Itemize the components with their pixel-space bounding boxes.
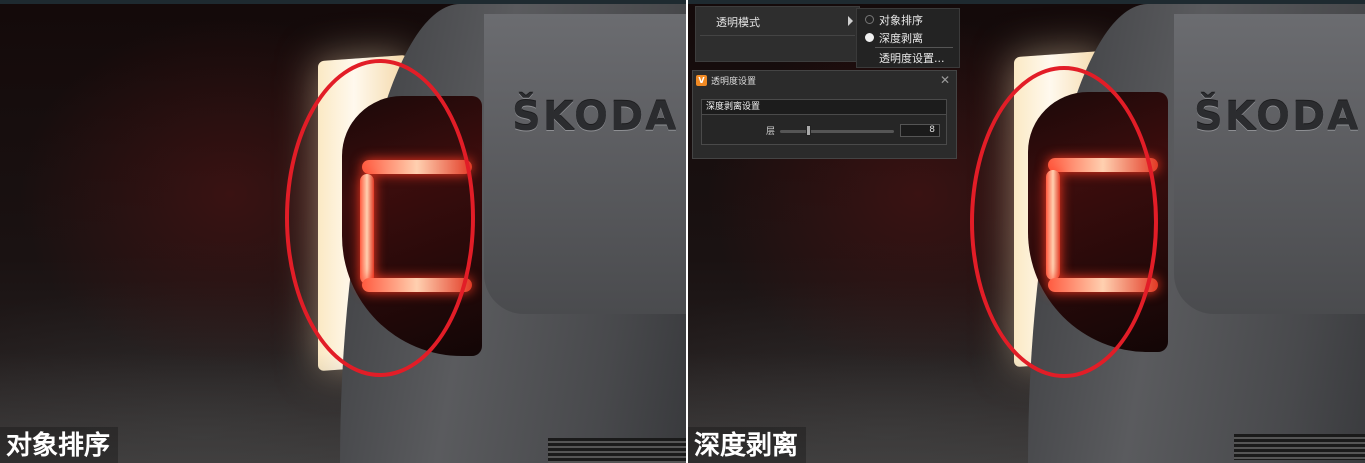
bumper-grille <box>1234 434 1365 460</box>
transparency-submenu: 对象排序 深度剥离 透明度设置... <box>856 8 960 68</box>
app-icon: V <box>696 74 707 86</box>
group-title: 深度剥离设置 <box>702 100 946 115</box>
menu-separator <box>700 35 855 36</box>
mode-caption: 深度剥离 <box>688 427 807 463</box>
layers-slider-thumb[interactable] <box>805 125 811 136</box>
highlight-ellipse <box>285 59 475 377</box>
layers-label: 层 <box>766 127 776 137</box>
submenu-separator <box>875 47 953 48</box>
submenu-arrow-icon <box>848 16 853 26</box>
submenu-option-object-sorting[interactable]: 对象排序 <box>859 11 959 29</box>
option-label: 对象排序 <box>879 14 923 27</box>
brand-logo: ŠKODA <box>512 94 679 140</box>
mode-caption: 对象排序 <box>0 427 119 463</box>
radio-icon <box>865 15 874 24</box>
dialog-titlebar[interactable]: V 透明度设置 ✕ <box>693 71 956 89</box>
dialog-title: 透明度设置 <box>711 76 757 87</box>
menu-item-label: 透明模式 <box>716 16 760 29</box>
option-label: 深度剥离 <box>879 32 923 45</box>
brand-logo: ŠKODA <box>1194 94 1361 140</box>
option-label: 透明度设置... <box>879 52 945 65</box>
context-menu: 透明模式 <box>695 6 860 62</box>
submenu-item-transparency-settings[interactable]: 透明度设置... <box>859 49 959 67</box>
layers-slider[interactable] <box>780 130 894 133</box>
close-icon[interactable]: ✕ <box>940 73 950 87</box>
depth-peeling-settings-group: 深度剥离设置 层 8 <box>701 99 947 145</box>
radio-selected-icon <box>865 33 874 42</box>
highlight-ellipse <box>970 66 1158 378</box>
menu-item-transparency-mode[interactable]: 透明模式 <box>696 11 859 33</box>
transparency-settings-dialog: V 透明度设置 ✕ 深度剥离设置 层 8 <box>692 70 957 159</box>
render-panel-object-sorting: ŠKODA 对象排序 <box>0 4 686 463</box>
submenu-option-depth-peeling[interactable]: 深度剥离 <box>859 29 959 47</box>
trunk-panel <box>484 14 686 314</box>
layers-spinbox[interactable]: 8 <box>900 124 940 137</box>
bumper-grille <box>548 438 686 463</box>
trunk-panel <box>1174 14 1365 314</box>
